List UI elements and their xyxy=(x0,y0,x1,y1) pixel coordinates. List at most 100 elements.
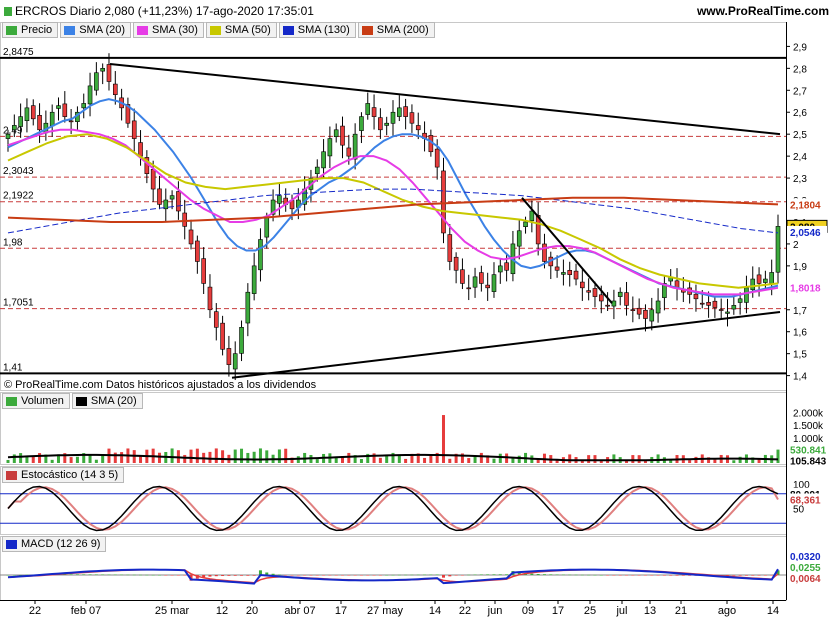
panel-frame xyxy=(0,536,787,601)
volume-axis-label: 2.000k xyxy=(793,409,824,420)
price-axis-label: 2,9 xyxy=(793,42,807,53)
candle-body xyxy=(340,125,345,146)
volume-bar xyxy=(69,457,73,463)
volume-bar xyxy=(334,457,338,463)
price-legend-item[interactable]: SMA (30) xyxy=(133,22,204,38)
volume-bar xyxy=(732,460,736,463)
macd-histogram-bar xyxy=(347,575,351,576)
price-legend-item[interactable]: Precio xyxy=(2,22,59,38)
volume-bar xyxy=(429,455,433,463)
macd-histogram-bar xyxy=(240,575,244,576)
time-axis-label: jul xyxy=(615,605,627,617)
macd-legend-label: MACD (12 26 9) xyxy=(21,538,101,550)
volume-bar xyxy=(258,448,262,463)
macd-histogram-bar xyxy=(164,575,168,576)
candle-body xyxy=(504,262,509,271)
volume-legend-item[interactable]: Volumen xyxy=(2,393,70,409)
candle-body xyxy=(87,85,93,105)
candle-body xyxy=(573,270,579,280)
candle-body xyxy=(617,291,623,297)
level-label: 2,1922 xyxy=(3,191,34,202)
macd-histogram-bar xyxy=(372,575,376,576)
macd-legend: MACD (12 26 9) xyxy=(2,536,108,552)
macd-histogram-bar xyxy=(643,575,647,576)
macd-histogram-bar xyxy=(151,574,155,576)
price-axis-label: 2 xyxy=(793,240,799,251)
volume-legend-item[interactable]: SMA (20) xyxy=(71,393,143,409)
volume-bar xyxy=(568,454,572,463)
candle-body xyxy=(390,111,396,124)
macd-histogram-bar xyxy=(126,574,130,576)
macd-histogram-bar xyxy=(12,575,16,576)
volume-bar xyxy=(120,452,124,463)
candle-body xyxy=(106,64,112,82)
volume-bar xyxy=(265,450,269,463)
macd-histogram-bar xyxy=(423,574,427,576)
macd-histogram-bar xyxy=(568,574,572,576)
candle-body xyxy=(460,269,465,284)
volume-bar xyxy=(6,459,10,463)
candle-body xyxy=(24,107,30,121)
price-axis-label: 2,7 xyxy=(793,86,807,97)
price-legend-swatch xyxy=(282,25,294,35)
chart-canvas[interactable]: 2,92,82,72,62,52,42,32,22,121,91,81,71,6… xyxy=(0,0,835,620)
volume-bar xyxy=(776,449,780,463)
candle-body xyxy=(239,327,244,354)
candle-body xyxy=(12,125,17,131)
candle-body xyxy=(131,120,137,139)
candle-body xyxy=(37,115,42,131)
volume-bar xyxy=(38,453,42,463)
volume-bar xyxy=(688,460,692,463)
macd-histogram-bar xyxy=(385,574,389,576)
price-axis-label: 2,4 xyxy=(793,152,807,163)
price-legend-item[interactable]: SMA (130) xyxy=(278,22,356,38)
macd-histogram-bar xyxy=(170,575,174,576)
candle-body xyxy=(169,195,175,200)
candle-body xyxy=(567,270,573,275)
candle-body xyxy=(485,284,490,289)
volume-bar xyxy=(511,458,515,463)
macd-histogram-bar xyxy=(738,575,742,576)
candle-body xyxy=(213,311,219,328)
macd-histogram-bar xyxy=(606,575,610,576)
trendline xyxy=(231,310,781,379)
stochastic-legend-item[interactable]: Estocástico (14 3 5) xyxy=(2,467,125,483)
macd-histogram-bar xyxy=(669,575,673,576)
macd-legend-item[interactable]: MACD (12 26 9) xyxy=(2,536,107,552)
price-axis-label: 1,7 xyxy=(793,306,807,317)
volume-bar xyxy=(587,455,591,463)
volume-bar xyxy=(233,449,237,463)
macd-histogram-bar xyxy=(303,575,307,576)
macd-histogram-bar xyxy=(214,575,218,577)
time-axis-label: 21 xyxy=(675,605,687,617)
macd-histogram-bar xyxy=(549,574,553,575)
volume-bar xyxy=(31,456,35,463)
price-legend-item[interactable]: SMA (20) xyxy=(60,22,132,38)
candle-body xyxy=(497,265,503,273)
time-axis-label: 17 xyxy=(552,605,564,617)
macd-histogram-bar xyxy=(82,574,86,575)
volume-bar xyxy=(612,454,616,463)
price-legend-item[interactable]: SMA (50) xyxy=(205,22,277,38)
macd-histogram-bar xyxy=(435,574,439,575)
price-legend-item[interactable]: SMA (200) xyxy=(357,22,435,38)
candle-body xyxy=(466,287,472,290)
volume-bar xyxy=(12,454,16,463)
macd-histogram-bar xyxy=(334,575,338,576)
macd-histogram-bar xyxy=(132,574,136,576)
macd-histogram-bar xyxy=(492,574,496,575)
candle-body xyxy=(415,125,421,131)
time-axis-label: feb 07 xyxy=(71,605,102,617)
price-axis-label: 2,6 xyxy=(793,108,807,119)
candle-body xyxy=(434,148,440,168)
volume-bar xyxy=(593,455,597,463)
macd-histogram-bar xyxy=(656,575,660,576)
macd-histogram-bar xyxy=(593,574,597,576)
macd-histogram-bar xyxy=(176,575,180,576)
volume-legend-label: Volumen xyxy=(21,395,64,407)
volume-bar xyxy=(94,459,98,463)
macd-histogram-bar xyxy=(612,575,616,576)
candle-body xyxy=(18,116,23,127)
time-axis-label: 14 xyxy=(767,605,779,617)
candle-body xyxy=(763,278,768,283)
